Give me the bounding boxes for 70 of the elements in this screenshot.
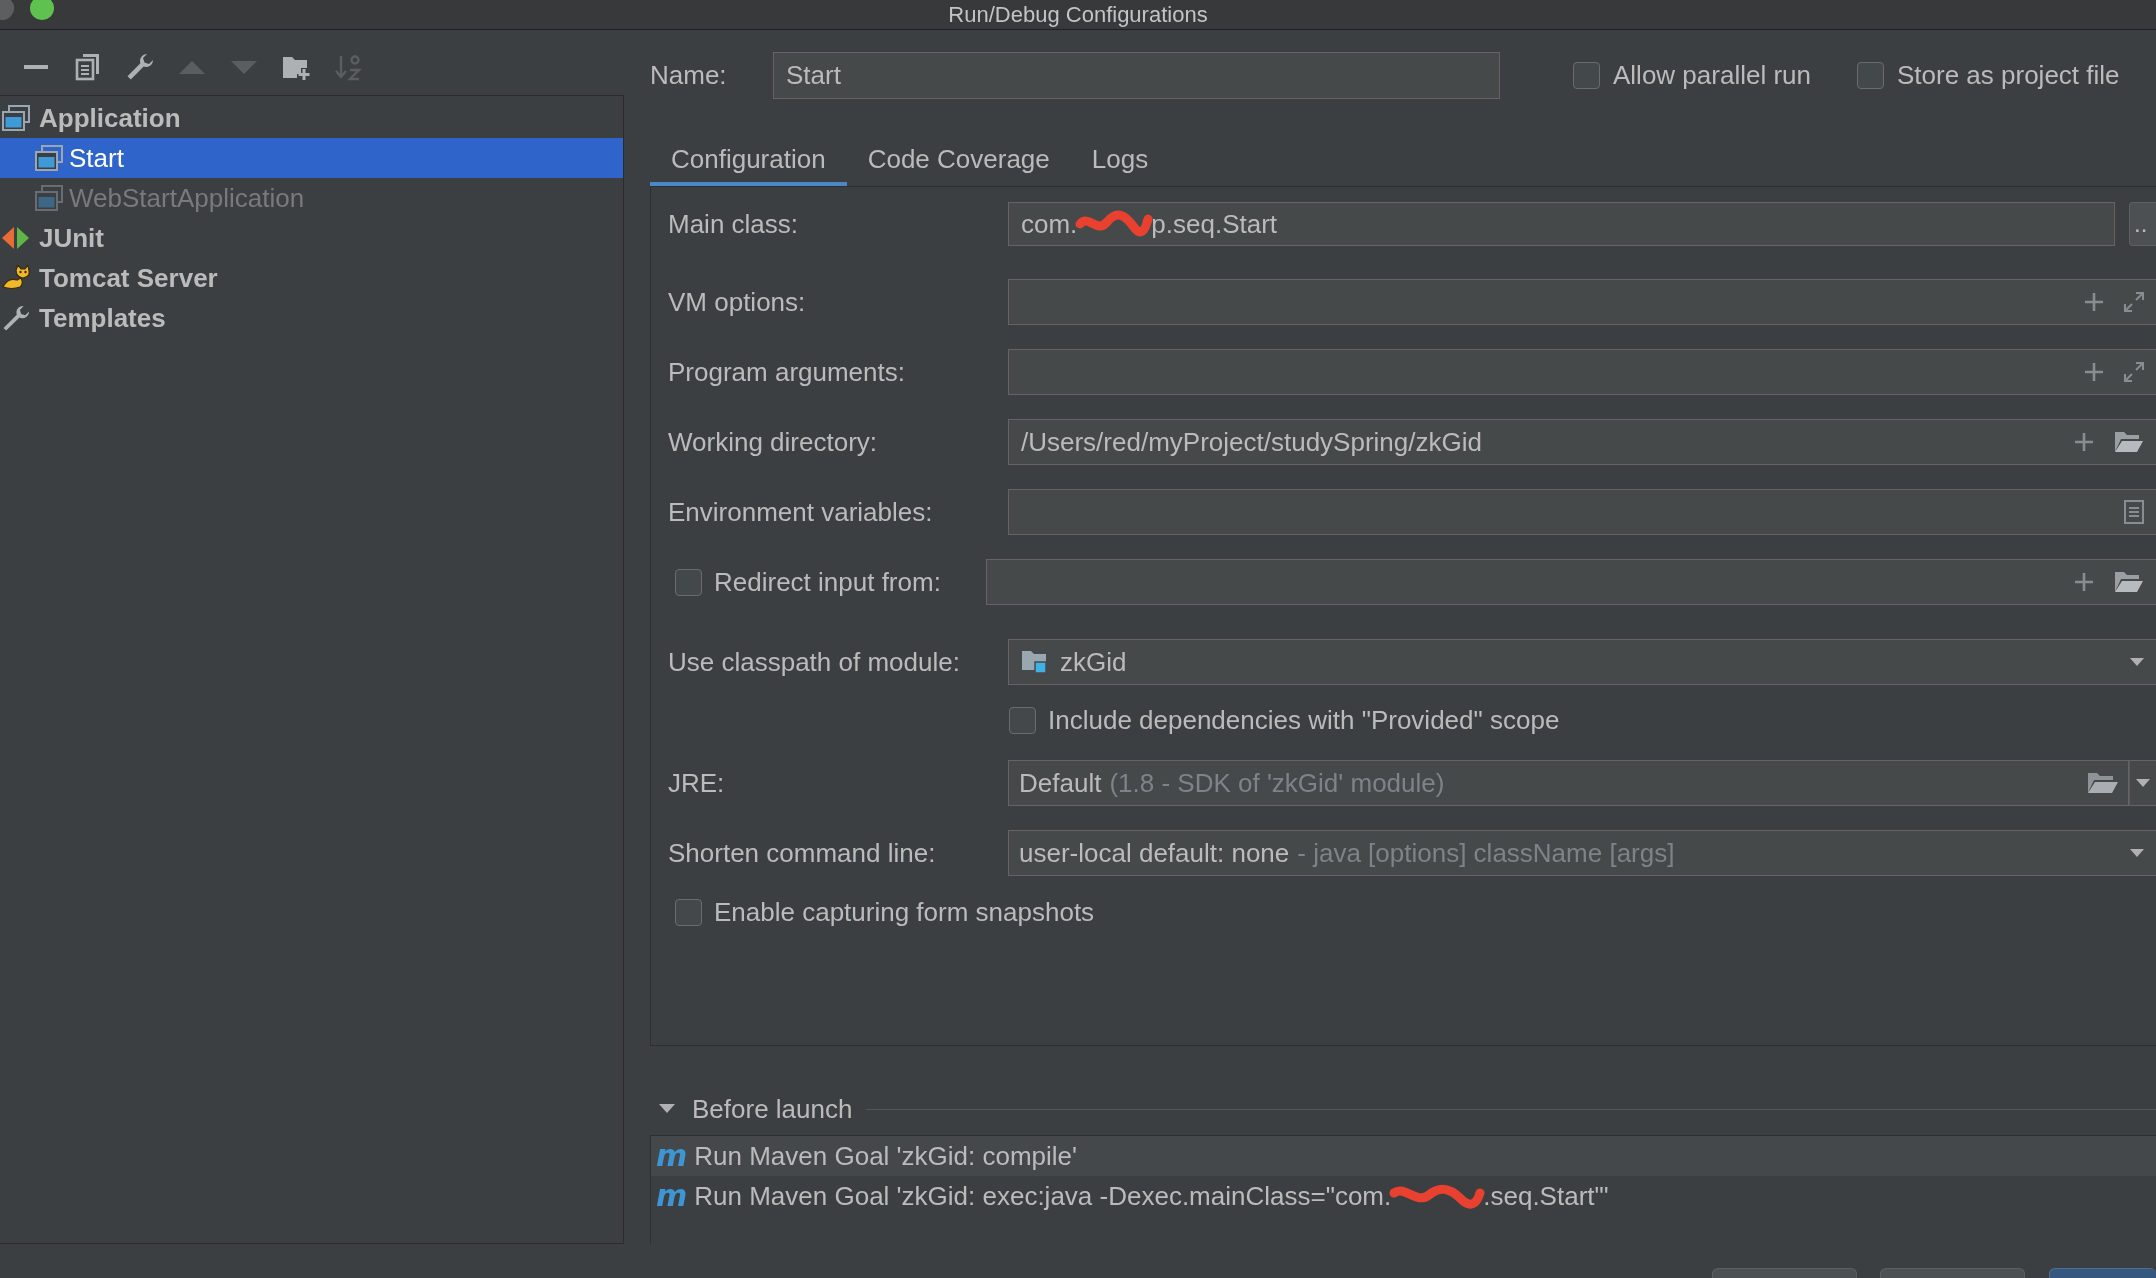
tree-item[interactable]: Templates <box>0 298 623 338</box>
dropdown-button[interactable] <box>2129 760 2156 806</box>
checkbox-label: Redirect input from: <box>714 566 942 598</box>
browse-button[interactable]: .. <box>2129 202 2156 246</box>
folder-icon[interactable] <box>2087 772 2119 794</box>
m-icon: m <box>656 1181 688 1211</box>
window-icon <box>35 185 63 211</box>
tab[interactable]: Configuration <box>650 132 847 186</box>
input-field[interactable] <box>1008 279 2156 325</box>
caret-icon[interactable] <box>2130 849 2144 857</box>
checkbox[interactable] <box>675 898 702 926</box>
checkbox-label: Allow parallel run <box>1613 60 1811 91</box>
input-field[interactable]: com. p.seq.Start <box>1008 202 2115 246</box>
tab[interactable]: Code Coverage <box>846 132 1071 186</box>
caret-icon[interactable] <box>2136 779 2150 787</box>
expand-icon[interactable] <box>2124 362 2144 382</box>
input-field[interactable] <box>1008 349 2156 395</box>
left-right-triangles-icon <box>2 225 30 251</box>
field-label: Working directory: <box>668 426 879 458</box>
tree-item[interactable]: Application <box>0 98 623 138</box>
dropdown[interactable]: Default (1.8 - SDK of 'zkGid' module) <box>1008 760 2129 806</box>
tree-item[interactable]: Tomcat Server <box>0 258 623 298</box>
checkbox[interactable] <box>1573 62 1600 89</box>
plus-icon[interactable] <box>2074 572 2094 592</box>
input-field[interactable]: /Users/red/myProject/studySpring/zkGid <box>1008 419 2156 465</box>
scribble-icon <box>1075 209 1154 239</box>
plus-icon[interactable] <box>2074 432 2094 452</box>
field-label: Main class: <box>668 208 800 240</box>
window-zoom-icon[interactable] <box>30 0 54 20</box>
wrench-icon[interactable] <box>126 52 154 81</box>
plus-icon[interactable] <box>2084 362 2104 382</box>
triangle-down-icon[interactable] <box>659 1104 675 1114</box>
cat-icon <box>2 265 30 291</box>
checkbox[interactable] <box>1857 62 1884 89</box>
name-field[interactable]: Start <box>773 52 1500 99</box>
field-label: Environment variables: <box>668 496 934 528</box>
field-label: Shorten command line: <box>668 837 937 869</box>
checkbox-label: Include dependencies with "Provided" scope <box>1048 704 1560 736</box>
input-field[interactable] <box>1008 489 2156 535</box>
input-field[interactable] <box>986 559 2156 605</box>
caret-icon[interactable] <box>2130 658 2144 666</box>
field-label: Program arguments: <box>668 356 906 388</box>
window-icon <box>35 145 63 171</box>
tab[interactable]: Logs <box>1070 132 1170 186</box>
field-label: Use classpath of module: <box>668 646 961 678</box>
plus-icon[interactable] <box>2084 292 2104 312</box>
m-icon: m <box>656 1141 688 1171</box>
folder-icon[interactable] <box>2114 431 2144 453</box>
window-minimize-icon[interactable] <box>0 0 14 20</box>
field-label: JRE: <box>668 767 726 799</box>
tree-item[interactable]: JUnit <box>0 218 623 258</box>
window-title: Run/Debug Configurations <box>948 1 1208 28</box>
section-title: Before launch <box>692 1093 853 1125</box>
wrench-icon <box>2 305 30 331</box>
copy-icon[interactable] <box>74 52 102 81</box>
dropdown[interactable]: user-local default: none - java [options] className [args] <box>1008 830 2156 876</box>
expand-icon[interactable] <box>2124 292 2144 312</box>
checkbox[interactable] <box>1009 706 1036 734</box>
checkbox-label: Store as project file <box>1897 60 2120 91</box>
module-folder-icon <box>1022 650 1048 674</box>
checkbox[interactable] <box>675 568 702 596</box>
folder-icon[interactable] <box>2114 571 2144 593</box>
dropdown[interactable]: zkGid <box>1008 639 2156 685</box>
tree-item[interactable]: Start <box>0 138 623 178</box>
task-item[interactable]: m Run Maven Goal 'zkGid: compile' <box>651 1136 2156 1176</box>
field-label: VM options: <box>668 286 807 318</box>
list-icon[interactable] <box>2124 500 2144 524</box>
checkbox-label: Enable capturing form snapshots <box>714 896 1095 928</box>
task-item[interactable]: m Run Maven Goal 'zkGid: exec:java -Dexec.mainClass="com. .seq.Start"' <box>651 1176 2156 1216</box>
name-label: Name: <box>650 60 728 91</box>
